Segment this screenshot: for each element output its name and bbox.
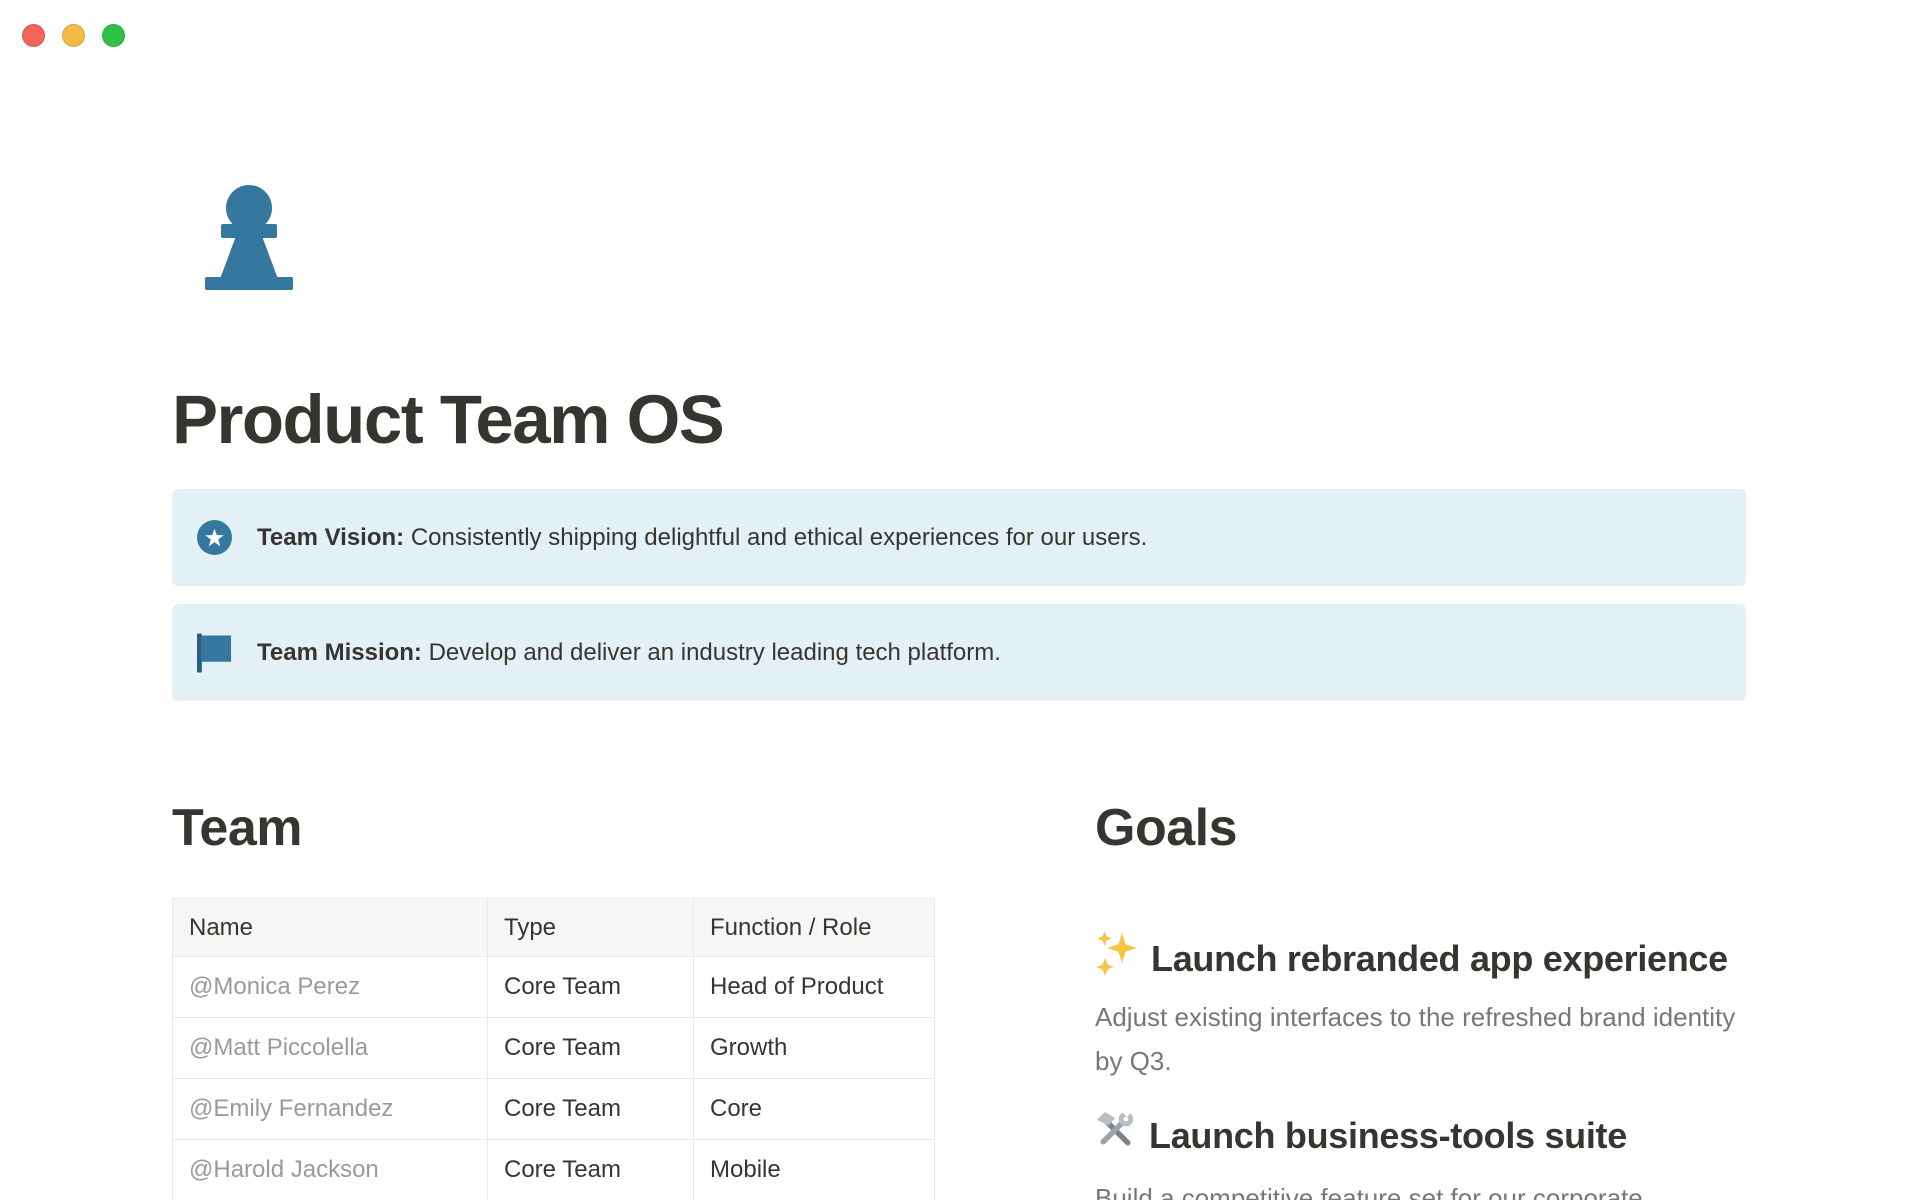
table-row: @Emily Fernandez Core Team Core [173,1079,935,1140]
table-row: @Monica Perez Core Team Head of Product [173,957,935,1018]
person-mention[interactable]: @Monica Perez [189,973,360,1000]
pawn-icon [204,184,294,290]
cell-type[interactable]: Core Team [488,957,694,1018]
goals-heading: Goals [1095,798,1746,858]
cell-type[interactable]: Core Team [488,1079,694,1140]
person-mention[interactable]: @Harold Jackson [189,1156,379,1183]
star-circle-icon [197,518,233,558]
flag-icon [197,633,233,673]
hammer-wrench-icon [1095,1110,1135,1162]
sparkles-icon [1095,930,1137,988]
goal-description: Adjust existing interfaces to the refres… [1095,995,1746,1083]
cell-type[interactable]: Core Team [488,1018,694,1079]
callout-team-mission: Team Mission: Develop and deliver an ind… [172,604,1746,701]
callout-label: Team Vision: [257,524,404,551]
team-table: Name Type Function / Role @Monica Perez … [172,898,935,1200]
cell-role[interactable]: Head of Product [694,957,935,1018]
close-button[interactable] [22,24,45,47]
page-title: Product Team OS [172,381,1572,458]
goal-title: Launch business-tools suite [1149,1112,1627,1160]
cell-name[interactable]: @Emily Fernandez [173,1079,488,1140]
cell-role[interactable]: Mobile [694,1140,935,1200]
table-row: @Matt Piccolella Core Team Growth [173,1018,935,1079]
window-controls [22,24,125,47]
minimize-button[interactable] [62,24,85,47]
team-heading: Team [172,798,934,858]
callout-body: Consistently shipping delightful and eth… [404,524,1147,551]
table-header-row: Name Type Function / Role [173,899,935,957]
person-mention[interactable]: @Emily Fernandez [189,1095,393,1122]
cell-name[interactable]: @Harold Jackson [173,1140,488,1200]
goals-column: Goals Launch rebranded app experience Ad… [1095,798,1746,1200]
cell-type[interactable]: Core Team [488,1140,694,1200]
team-column: Team Name Type Function / Role @Monica P… [172,798,934,1200]
goal-title: Launch rebranded app experience [1151,935,1728,983]
goal-item-rebranded-app: Launch rebranded app experience [1095,930,1746,988]
callout-text: Team Vision: Consistently shipping delig… [257,521,1147,555]
column-header-type[interactable]: Type [488,899,694,957]
person-mention[interactable]: @Matt Piccolella [189,1034,368,1061]
column-header-name[interactable]: Name [173,899,488,957]
notion-page: Product Team OS Team Vision: Consistentl… [0,0,1920,1200]
cell-name[interactable]: @Monica Perez [173,957,488,1018]
cell-role[interactable]: Growth [694,1018,935,1079]
cell-name[interactable]: @Matt Piccolella [173,1018,488,1079]
callout-team-vision: Team Vision: Consistently shipping delig… [172,489,1746,586]
goal-description: Build a competitive feature set for our … [1095,1176,1746,1200]
goal-item-business-tools: Launch business-tools suite [1095,1110,1746,1162]
table-row: @Harold Jackson Core Team Mobile [173,1140,935,1200]
callout-text: Team Mission: Develop and deliver an ind… [257,636,1001,670]
zoom-button[interactable] [102,24,125,47]
column-header-function-role[interactable]: Function / Role [694,899,935,957]
cell-role[interactable]: Core [694,1079,935,1140]
callout-label: Team Mission: [257,639,422,666]
callout-body: Develop and deliver an industry leading … [422,639,1001,666]
